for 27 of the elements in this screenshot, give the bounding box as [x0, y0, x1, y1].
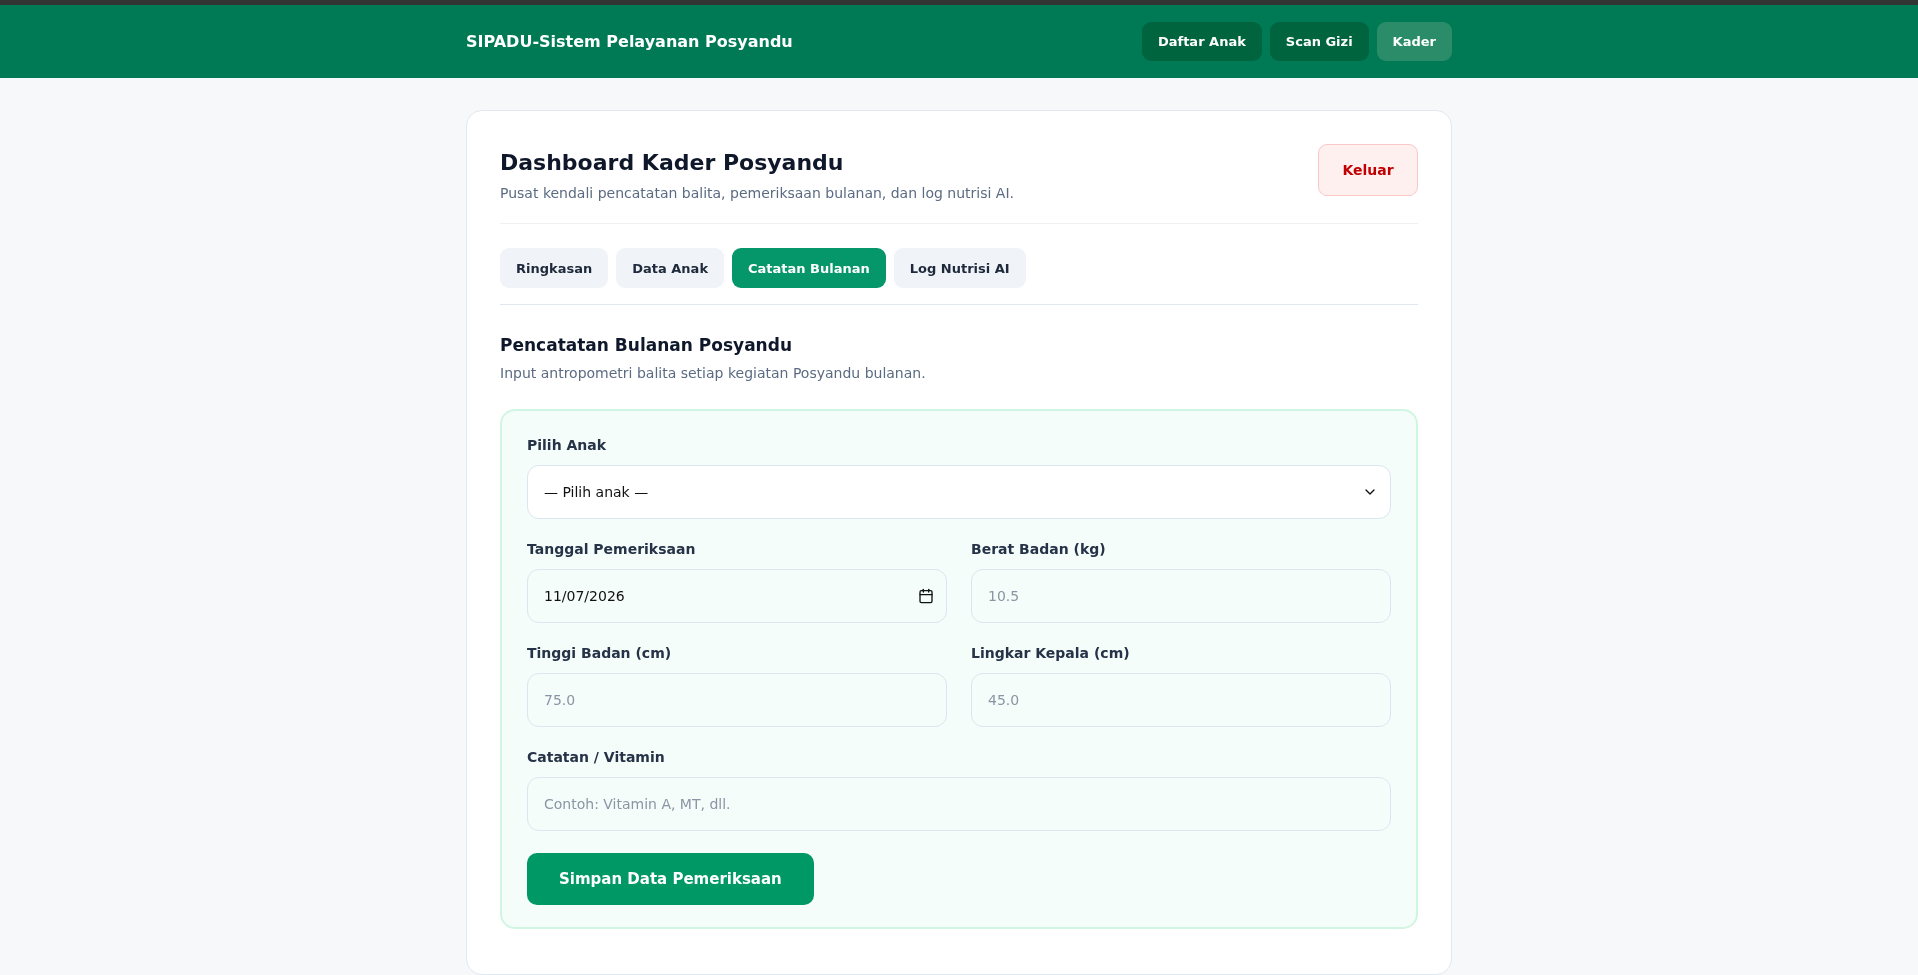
- input-field[interactable]: Contoh: Vitamin A, MT, dll.: [527, 777, 1391, 831]
- field-label: Tanggal Pemeriksaan: [527, 541, 697, 557]
- section-subtitle: Input antropometri balita setiap kegiatan Posyandu bulanan.: [500, 365, 927, 381]
- tab[interactable]: Ringkasan: [500, 248, 609, 288]
- tab[interactable]: Data Anak: [616, 248, 725, 288]
- child-select[interactable]: — Pilih anak —: [527, 465, 1391, 519]
- page-subtitle: Pusat kendali pencatatan balita, pemeriksaan bulanan, dan log nutrisi AI.: [500, 185, 1014, 201]
- save-button[interactable]: Simpan Data Pemeriksaan: [527, 853, 814, 905]
- nav-button[interactable]: Daftar Anak: [1141, 22, 1262, 61]
- nav-button[interactable]: Scan Gizi: [1269, 22, 1369, 61]
- input-field[interactable]: 10.5: [971, 569, 1391, 623]
- nav-button[interactable]: Kader: [1376, 22, 1452, 61]
- logout-button[interactable]: Keluar: [1318, 144, 1418, 196]
- app-title: SIPADU-Sistem Pelayanan Posyandu: [466, 32, 793, 51]
- tab[interactable]: Catatan Bulanan: [732, 248, 886, 288]
- field-label: Pilih Anak: [527, 437, 608, 453]
- section-title: Pencatatan Bulanan Posyandu: [500, 335, 793, 355]
- calendar-icon: [918, 588, 934, 604]
- field-label: Catatan / Vitamin: [527, 749, 666, 765]
- date-field[interactable]: 11/07/2026: [527, 569, 947, 623]
- input-field[interactable]: 75.0: [527, 673, 947, 727]
- input-field[interactable]: 45.0: [971, 673, 1391, 727]
- tab[interactable]: Log Nutrisi AI: [893, 248, 1026, 288]
- page-title: Dashboard Kader Posyandu: [500, 150, 845, 175]
- field-label: Berat Badan (kg): [971, 541, 1107, 557]
- field-label: Lingkar Kepala (cm): [971, 645, 1131, 661]
- field-label: Tinggi Badan (cm): [527, 645, 673, 661]
